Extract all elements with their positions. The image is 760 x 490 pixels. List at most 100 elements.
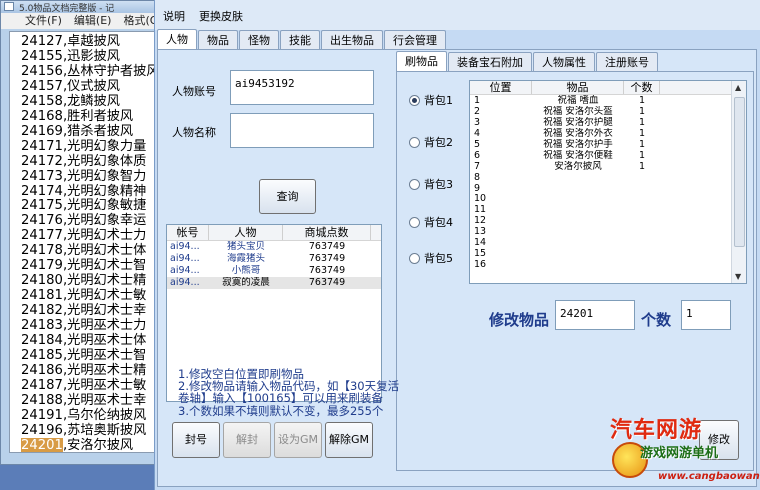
notepad-line: 24182,光明幻术士幸 (21, 303, 147, 319)
item-cell-count (624, 183, 660, 194)
account-row[interactable]: ai94... 海霞猪头 763749 (167, 253, 381, 265)
radio-bag-3[interactable]: 背包3 (409, 176, 453, 192)
item-cell-pos: 7 (474, 160, 481, 172)
remove-gm-button[interactable]: 解除GM (325, 422, 373, 458)
count-input[interactable]: 1 (681, 300, 731, 330)
notepad-menu-file[interactable]: 文件(F) (25, 13, 62, 29)
notepad-line-last: 24201,安洛尔披风 (21, 437, 158, 452)
notepad-line: 24179,光明幻术士智 (21, 258, 147, 274)
character-name-input[interactable] (230, 113, 374, 148)
col-item[interactable]: 物品 (532, 81, 624, 94)
item-list-header: 位置 物品 个数 (470, 81, 746, 95)
radio-bag-5-label: 背包5 (424, 252, 453, 265)
notepad-line: 24156,丛林守护者披风 (21, 63, 159, 79)
item-cell-count (624, 215, 660, 226)
item-cell-pos: 1 (474, 95, 481, 106)
item-row[interactable]: 14 (470, 237, 746, 248)
notepad-line: 24169,猎杀者披风 (21, 123, 134, 139)
item-cell-count (624, 248, 660, 259)
col-character[interactable]: 人物 (209, 225, 283, 240)
radio-bag-1[interactable]: 背包1 (409, 92, 453, 108)
watermark-title: 汽车网游 (610, 417, 703, 443)
account-cell-points: 763749 (308, 241, 346, 252)
item-row[interactable]: 7 安洛尔披风 1 (470, 161, 746, 172)
item-row[interactable]: 9 (470, 183, 746, 194)
item-list[interactable]: 位置 物品 个数 1 祝福 嗜血 1 2 祝福 安洛尔头盔 1 3 祝福 安洛尔护腿 1 4 祝福 … (469, 80, 747, 284)
item-cell-count: 1 (638, 138, 646, 150)
notepad-line: 24188,光明巫术士幸 (21, 392, 147, 408)
item-row[interactable]: 5 祝福 安洛尔护手 1 (470, 139, 746, 150)
notepad-title: 5.0物品文档完整版 - 记 (19, 4, 115, 13)
account-cell-points: 763749 (308, 253, 346, 264)
item-row[interactable]: 6 祝福 安洛尔便鞋 1 (470, 150, 746, 161)
ban-button[interactable]: 封号 (172, 422, 220, 458)
notepad-menu-edit[interactable]: 编辑(E) (74, 13, 112, 29)
tab-guild-management[interactable]: 行会管理 (384, 30, 446, 50)
item-row[interactable]: 8 (470, 172, 746, 183)
item-row[interactable]: 1 祝福 嗜血 1 (470, 95, 746, 106)
item-row[interactable]: 16 (470, 259, 746, 270)
account-row[interactable]: ai94... 寂寞的凌晨 763749 (167, 277, 381, 289)
query-button[interactable]: 查询 (259, 179, 316, 214)
selected-item-code[interactable]: 24201 (21, 437, 63, 452)
col-account[interactable]: 帐号 (167, 225, 209, 240)
account-cell-account: ai94... (170, 265, 200, 276)
item-row[interactable]: 2 祝福 安洛尔头盔 1 (470, 106, 746, 117)
tab-register-account[interactable]: 注册账号 (596, 52, 658, 72)
item-code-input[interactable]: 24201 (555, 300, 635, 330)
notepad-line: 24184,光明巫术士体 (21, 333, 147, 349)
tab-character[interactable]: 人物 (157, 29, 197, 50)
item-cell-count: 1 (638, 95, 646, 106)
tab-monsters[interactable]: 怪物 (239, 30, 279, 50)
notepad-text-area[interactable]: 24127,卓越披风 24155,迅影披风 24156,丛林守护者披风 24157,仪… (9, 31, 159, 453)
scroll-thumb[interactable] (734, 97, 745, 247)
item-cell-item (532, 183, 624, 194)
tab-gem-attachment[interactable]: 装备宝石附加 (448, 52, 532, 72)
menu-change-skin[interactable]: 更换皮肤 (199, 8, 243, 30)
scroll-down-icon[interactable]: ▼ (735, 272, 741, 281)
set-gm-button[interactable]: 设为GM (274, 422, 322, 458)
item-list-scrollbar[interactable]: ▲ ▼ (731, 81, 746, 283)
item-row[interactable]: 12 (470, 215, 746, 226)
item-cell-count (624, 237, 660, 248)
tab-character-attributes[interactable]: 人物属性 (533, 52, 595, 72)
menu-help[interactable]: 说明 (163, 8, 185, 30)
col-mall-points[interactable]: 商城点数 (283, 225, 371, 240)
item-cell-pos: 8 (474, 171, 481, 183)
item-cell-item (532, 193, 624, 204)
account-input[interactable]: ai9453192 (230, 70, 374, 105)
item-cell-item: 祝福 安洛尔外衣 (543, 127, 613, 139)
radio-bag-4[interactable]: 背包4 (409, 214, 453, 230)
scroll-up-icon[interactable]: ▲ (735, 83, 741, 92)
item-cell-item (532, 215, 624, 226)
item-row[interactable]: 3 祝福 安洛尔护腿 1 (470, 117, 746, 128)
item-cell-item (532, 237, 624, 248)
item-row[interactable]: 4 祝福 安洛尔外衣 1 (470, 128, 746, 139)
main-tabs: 人物 物品 怪物 技能 出生物品 行会管理 (157, 29, 447, 50)
account-row[interactable]: ai94... 小熊哥 763749 (167, 265, 381, 277)
tab-skills[interactable]: 技能 (280, 30, 320, 50)
account-list-header: 帐号 人物 商城点数 (167, 225, 381, 241)
tab-starting-items[interactable]: 出生物品 (321, 30, 383, 50)
account-cell-name: 寂寞的凌晨 (222, 277, 270, 288)
item-cell-item: 祝福 安洛尔便鞋 (543, 149, 613, 161)
item-row[interactable]: 11 (470, 204, 746, 215)
item-cell-pos: 16 (474, 259, 487, 270)
tab-spawn-items[interactable]: 刷物品 (396, 51, 447, 72)
radio-bag-1-dot (409, 94, 420, 106)
account-row[interactable]: ai94... 猪头宝贝 763749 (167, 241, 381, 253)
notepad-icon (4, 2, 14, 11)
watermark-subtitle: 游戏网游单机 (640, 446, 719, 461)
col-position[interactable]: 位置 (470, 81, 532, 94)
item-row[interactable]: 10 (470, 193, 746, 204)
radio-bag-5[interactable]: 背包5 (409, 250, 453, 266)
radio-bag-2-dot (409, 136, 420, 148)
notepad-window: 5.0物品文档完整版 - 记 文件(F) 编辑(E) 格式(O 24127,卓越… (0, 0, 160, 465)
notepad-line: 24181,光明幻术士敏 (21, 288, 147, 304)
tab-items[interactable]: 物品 (198, 30, 238, 50)
unban-button[interactable]: 解封 (223, 422, 271, 458)
item-row[interactable]: 13 (470, 226, 746, 237)
item-row[interactable]: 15 (470, 248, 746, 259)
col-count[interactable]: 个数 (624, 81, 660, 94)
radio-bag-2[interactable]: 背包2 (409, 134, 453, 150)
